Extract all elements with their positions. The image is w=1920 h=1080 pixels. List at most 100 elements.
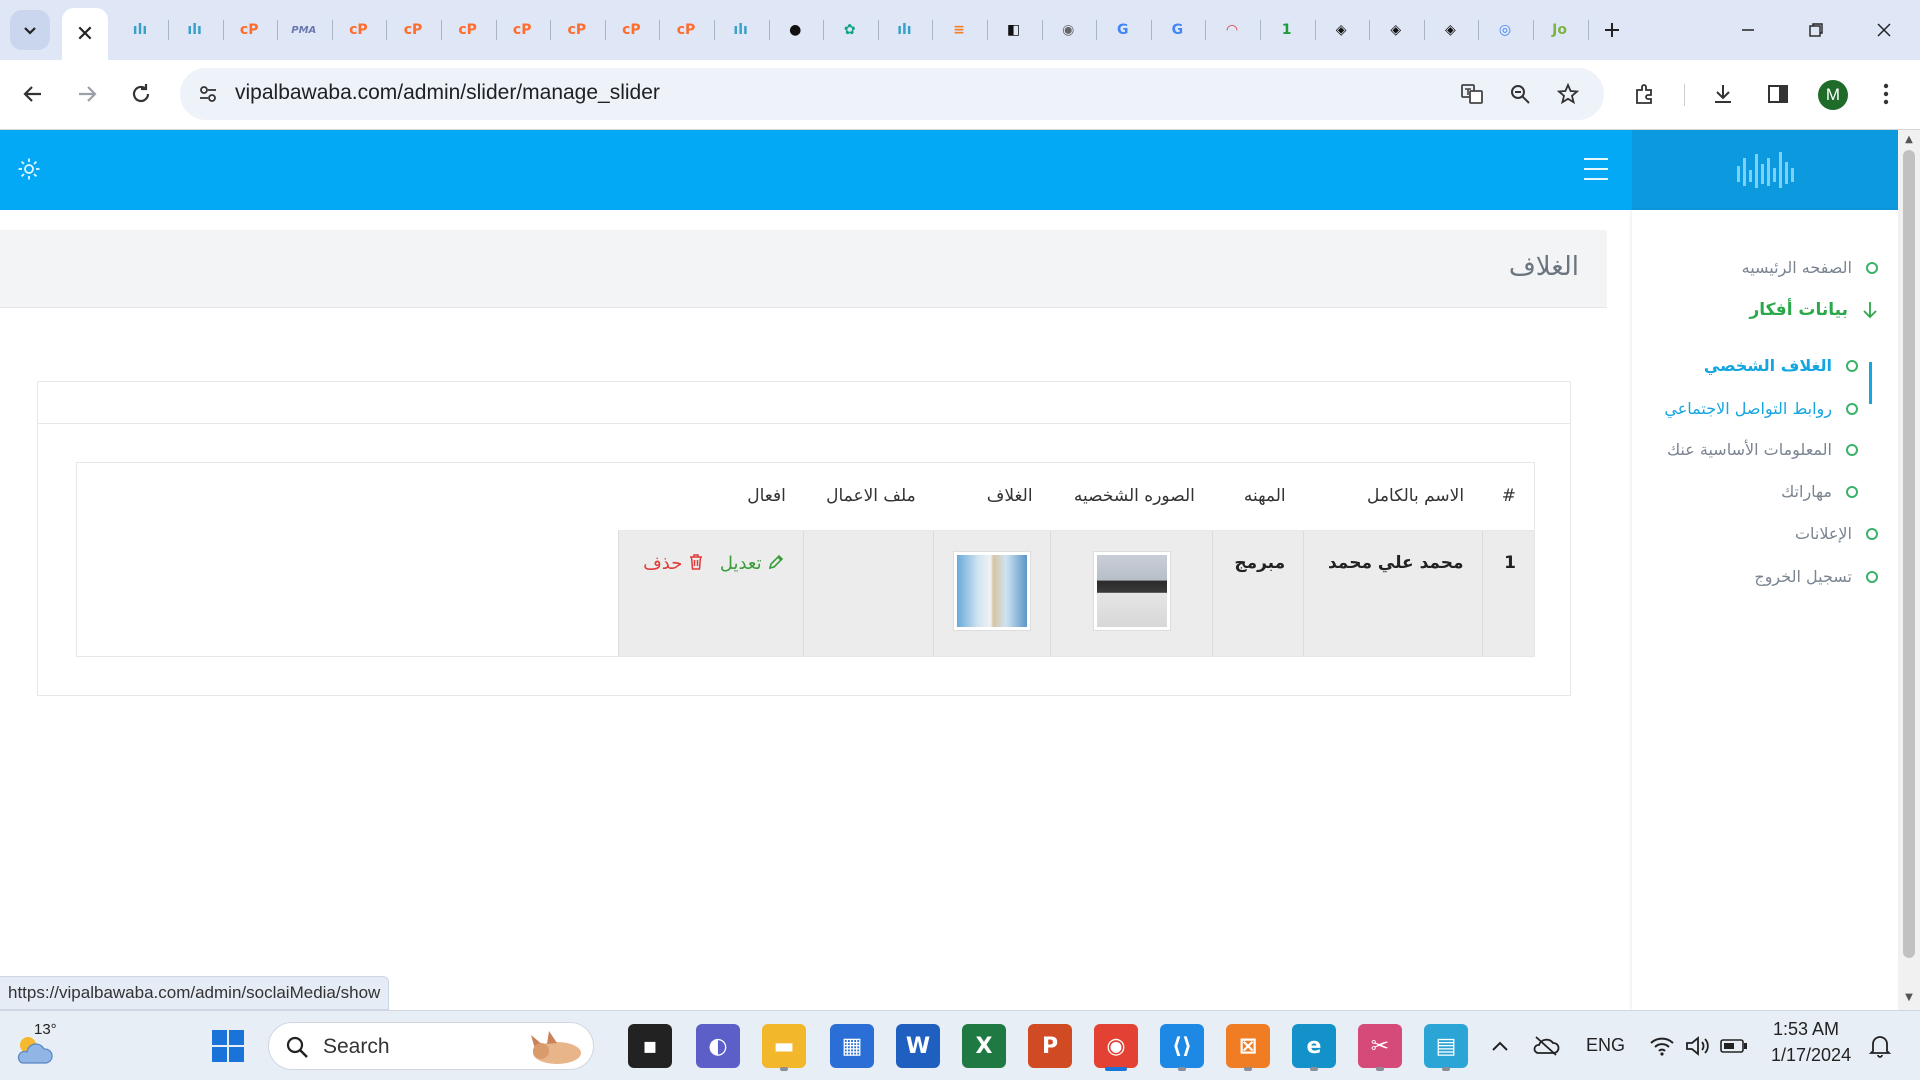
vipalbawaba-icon[interactable]: ılı: [181, 16, 209, 44]
cpanel-icon[interactable]: cP: [617, 16, 645, 44]
clock-time[interactable]: 1:53 AM: [1773, 1019, 1839, 1040]
reload-button[interactable]: [119, 72, 163, 116]
speedtest-icon[interactable]: ◠: [1218, 16, 1246, 44]
download-icon: [1715, 85, 1731, 103]
side-panel-button[interactable]: [1756, 72, 1800, 116]
vipalbawaba-icon[interactable]: ılı: [126, 16, 154, 44]
codepen-icon[interactable]: ◈: [1436, 16, 1464, 44]
translate-icon[interactable]: [1452, 74, 1492, 114]
file-explorer-icon[interactable]: ▬: [762, 1024, 806, 1068]
forward-button[interactable]: [65, 72, 109, 116]
weather-widget[interactable]: 13°: [12, 1021, 72, 1069]
microsoft-store-icon[interactable]: ▦: [830, 1024, 874, 1068]
vscode-icon[interactable]: ⟨⟩: [1160, 1024, 1204, 1068]
excel-icon[interactable]: X: [962, 1024, 1006, 1068]
column-header-cover: الغلاف: [933, 463, 1051, 531]
active-tab[interactable]: ✕: [62, 8, 108, 60]
sidebar-group-toggle[interactable]: بيانات أفكار: [1750, 300, 1879, 320]
tab-separator: [1478, 20, 1480, 40]
input-language[interactable]: ENG: [1586, 1035, 1625, 1056]
tab-separator: [1423, 20, 1425, 40]
cpanel-icon[interactable]: cP: [344, 16, 372, 44]
close-window-button[interactable]: [1864, 12, 1904, 48]
sidebar-item-basic-info[interactable]: المعلومات الأساسية عنك: [1667, 440, 1858, 459]
downloads-button[interactable]: [1701, 72, 1745, 116]
sidebar-item-social-links[interactable]: روابط التواصل الاجتماعي: [1664, 399, 1858, 418]
chat-icon[interactable]: ◐: [696, 1024, 740, 1068]
restore-button[interactable]: [1796, 12, 1836, 48]
running-indicator: [1105, 1067, 1127, 1071]
profile-avatar[interactable]: M: [1818, 80, 1848, 110]
notifications-bell-icon[interactable]: [1858, 1024, 1902, 1068]
codepen-icon[interactable]: ◈: [1382, 16, 1410, 44]
phpmyadmin-icon[interactable]: PMA: [290, 16, 318, 44]
zoom-icon[interactable]: [1500, 74, 1540, 114]
google-icon[interactable]: G: [1109, 16, 1137, 44]
cpanel-icon[interactable]: cP: [235, 16, 263, 44]
edge-icon[interactable]: e: [1292, 1024, 1336, 1068]
close-tab-icon[interactable]: ✕: [76, 22, 94, 47]
battery-icon[interactable]: [1712, 1024, 1756, 1068]
show-hidden-icons-button[interactable]: [1478, 1024, 1522, 1068]
vipalbawaba-icon[interactable]: ılı: [890, 16, 918, 44]
edit-button[interactable]: تعديل: [714, 553, 785, 574]
sidebar-item-home[interactable]: الصفحه الرئيسيه: [1742, 258, 1878, 277]
url-text[interactable]: vipalbawaba.com/admin/slider/manage_slid…: [235, 81, 660, 105]
word-icon[interactable]: W: [896, 1024, 940, 1068]
settings-gear-icon[interactable]: [14, 154, 44, 184]
browser-menu-button[interactable]: [1864, 72, 1908, 116]
back-button[interactable]: [11, 72, 55, 116]
brand-logo[interactable]: [1632, 130, 1898, 210]
site-settings-icon[interactable]: [188, 74, 228, 114]
browser-tab-strip: ✕ ılı ılı cP PMA cP cP cP cP cP cP cP ılı ● ✿ ılı ≡ ◧ ◉ G G…: [0, 0, 1920, 60]
google-icon[interactable]: G: [1163, 16, 1191, 44]
cpanel-icon[interactable]: cP: [672, 16, 700, 44]
onepass-icon[interactable]: 1: [1273, 16, 1301, 44]
onedrive-sync-icon[interactable]: [1524, 1024, 1568, 1068]
sidebar-item-label: الغلاف الشخصي: [1703, 356, 1832, 375]
sidebar-item-label: الصفحه الرئيسيه: [1741, 258, 1852, 277]
clock-date[interactable]: 1/17/2024: [1771, 1045, 1851, 1066]
bookmark-star-icon[interactable]: [1548, 74, 1588, 114]
codepen-icon[interactable]: ◈: [1327, 16, 1355, 44]
chatgpt-icon[interactable]: ✿: [836, 16, 864, 44]
start-button[interactable]: [206, 1024, 250, 1068]
delete-button[interactable]: حذف: [643, 553, 704, 574]
powerpoint-icon[interactable]: P: [1028, 1024, 1072, 1068]
sidebar-item-skills[interactable]: مهاراتك: [1781, 482, 1858, 501]
chrome-icon[interactable]: ◉: [1094, 1024, 1138, 1068]
sidebar-item-logout[interactable]: تسجيل الخروج: [1754, 567, 1878, 586]
cpanel-icon[interactable]: cP: [454, 16, 482, 44]
new-tab-button[interactable]: [1592, 12, 1632, 48]
sidebar-item-ads[interactable]: الإعلانات: [1795, 524, 1878, 543]
sidebar-item-personal-cover[interactable]: الغلاف الشخصي: [1704, 356, 1858, 375]
vipalbawaba-icon[interactable]: ılı: [727, 16, 755, 44]
cpanel-icon[interactable]: cP: [563, 16, 591, 44]
profile-image-thumbnail[interactable]: [1093, 551, 1170, 630]
taskbar-search[interactable]: Search: [268, 1022, 594, 1070]
notepad-icon[interactable]: ▤: [1424, 1024, 1468, 1068]
scroll-down-arrow-icon[interactable]: ▼: [1903, 992, 1915, 1003]
page-scrollbar[interactable]: ▲ ▼: [1898, 130, 1920, 1010]
github-icon[interactable]: ●: [781, 16, 809, 44]
sidebar-item-label: الإعلانات: [1794, 524, 1852, 543]
tab-separator: [1533, 20, 1534, 40]
cpanel-icon[interactable]: cP: [508, 16, 536, 44]
capcut-icon[interactable]: ◧: [1000, 16, 1028, 44]
minimize-button[interactable]: [1728, 12, 1768, 48]
menu-toggle-icon[interactable]: [1584, 158, 1608, 180]
snipping-tool-icon[interactable]: ✂: [1358, 1024, 1402, 1068]
tab-search-button[interactable]: [10, 10, 50, 50]
address-bar[interactable]: vipalbawaba.com/admin/slider/manage_slid…: [180, 68, 1604, 120]
extensions-button[interactable]: [1623, 72, 1667, 116]
task-view-icon[interactable]: ▪: [628, 1024, 672, 1068]
scrollbar-thumb[interactable]: [1903, 150, 1915, 958]
cover-image-thumbnail[interactable]: [954, 551, 1031, 630]
scroll-up-arrow-icon[interactable]: ▲: [1903, 134, 1915, 145]
stackoverflow-icon[interactable]: ≡: [945, 16, 973, 44]
globe-icon[interactable]: ◉: [1054, 16, 1082, 44]
xampp-icon[interactable]: ⊠: [1226, 1024, 1270, 1068]
jo-icon[interactable]: Jo: [1546, 16, 1574, 44]
google-lens-icon[interactable]: ◎: [1491, 16, 1519, 44]
cpanel-icon[interactable]: cP: [399, 16, 427, 44]
